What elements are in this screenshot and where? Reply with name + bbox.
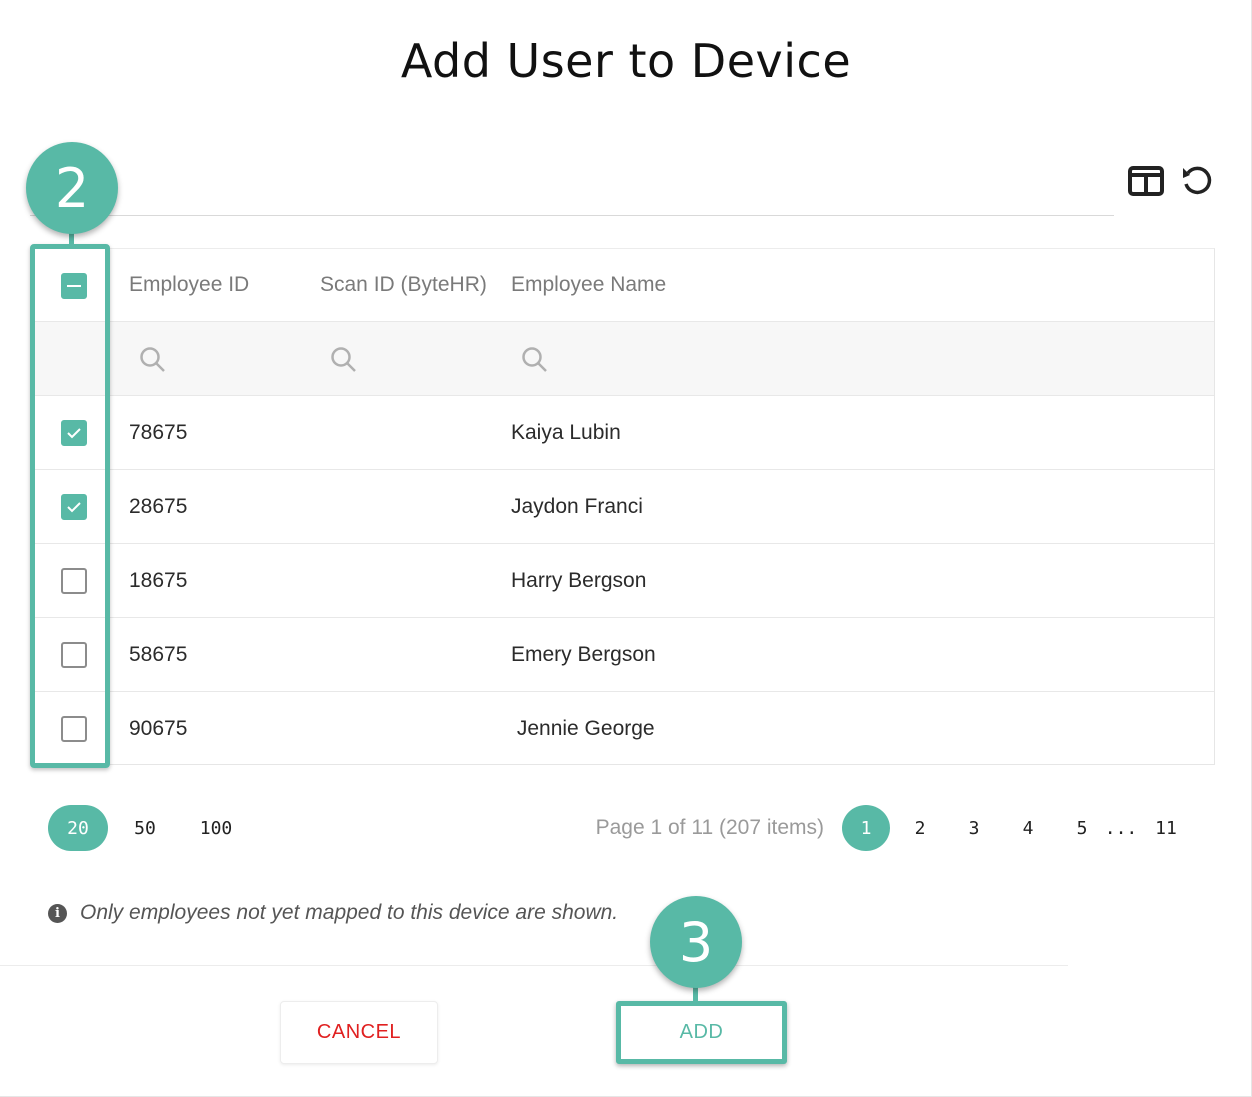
info-icon: i <box>48 903 67 923</box>
cell-employee-id: 90675 <box>129 716 188 740</box>
cell-employee-id: 28675 <box>129 494 188 518</box>
cell-employee-name: Kaiya Lubin <box>511 420 621 444</box>
table-row[interactable]: 78675 Kaiya Lubin <box>35 396 1214 470</box>
page-size-20[interactable]: 20 <box>48 805 108 851</box>
table-row[interactable]: 18675 Harry Bergson <box>35 544 1214 618</box>
page-button-4[interactable]: 4 <box>1014 805 1042 851</box>
search-input[interactable] <box>30 170 1114 214</box>
add-button[interactable]: ADD <box>616 1001 787 1064</box>
row-checkbox[interactable] <box>61 642 87 668</box>
page-info: Page 1 of 11 (207 items) <box>595 816 824 839</box>
pager: 20 50 100 Page 1 of 11 (207 items) 1 2 3… <box>0 805 1252 851</box>
step-3-callout: 3 <box>650 896 742 988</box>
step-2-callout: 2 <box>26 142 118 234</box>
table-row[interactable]: 90675 Jennie George <box>35 692 1214 765</box>
page-size-50[interactable]: 50 <box>122 805 168 851</box>
cell-employee-name: Jaydon Franci <box>511 494 643 518</box>
column-chooser-icon[interactable] <box>1127 162 1165 200</box>
page-button-2[interactable]: 2 <box>906 805 934 851</box>
cell-employee-name: Emery Bergson <box>511 642 656 666</box>
page-button-5[interactable]: 5 <box>1068 805 1096 851</box>
row-checkbox[interactable] <box>61 494 87 520</box>
search-box[interactable] <box>30 170 1114 216</box>
column-header-employee-name[interactable]: Employee Name <box>511 273 666 297</box>
column-header-employee-id[interactable]: Employee ID <box>129 273 249 297</box>
page-button-3[interactable]: 3 <box>960 805 988 851</box>
cancel-button[interactable]: CANCEL <box>280 1001 438 1064</box>
dialog-title: Add User to Device <box>400 34 852 88</box>
select-all-checkbox[interactable] <box>61 273 87 299</box>
employee-grid: Employee ID Scan ID (ByteHR) Employee Na… <box>34 248 1215 765</box>
page-ellipsis: ... <box>1104 817 1138 839</box>
info-note: i Only employees not yet mapped to this … <box>48 898 618 928</box>
column-header-scan-id[interactable]: Scan ID (ByteHR) <box>320 273 487 297</box>
filter-employee-id-search-icon[interactable] <box>139 346 167 378</box>
grid-filter-row <box>35 322 1214 396</box>
page-button-11[interactable]: 11 <box>1148 805 1184 851</box>
cell-employee-name: Jennie George <box>511 716 655 740</box>
cell-employee-id: 78675 <box>129 420 188 444</box>
cell-employee-id: 58675 <box>129 642 188 666</box>
row-checkbox[interactable] <box>61 568 87 594</box>
footer-divider <box>0 965 1068 966</box>
table-row[interactable]: 28675 Jaydon Franci <box>35 470 1214 544</box>
cell-employee-name: Harry Bergson <box>511 568 647 592</box>
filter-employee-name-search-icon[interactable] <box>521 346 549 378</box>
check-icon <box>67 428 81 439</box>
row-checkbox[interactable] <box>61 420 87 446</box>
filter-scan-id-search-icon[interactable] <box>330 346 358 378</box>
row-checkbox[interactable] <box>61 716 87 742</box>
page-size-100[interactable]: 100 <box>190 805 242 851</box>
check-icon <box>67 502 81 513</box>
grid-header-row: Employee ID Scan ID (ByteHR) Employee Na… <box>35 249 1214 322</box>
cell-employee-id: 18675 <box>129 568 188 592</box>
reset-icon[interactable] <box>1178 162 1216 200</box>
page-button-1[interactable]: 1 <box>842 805 890 851</box>
info-note-text: Only employees not yet mapped to this de… <box>80 901 619 924</box>
table-row[interactable]: 58675 Emery Bergson <box>35 618 1214 692</box>
